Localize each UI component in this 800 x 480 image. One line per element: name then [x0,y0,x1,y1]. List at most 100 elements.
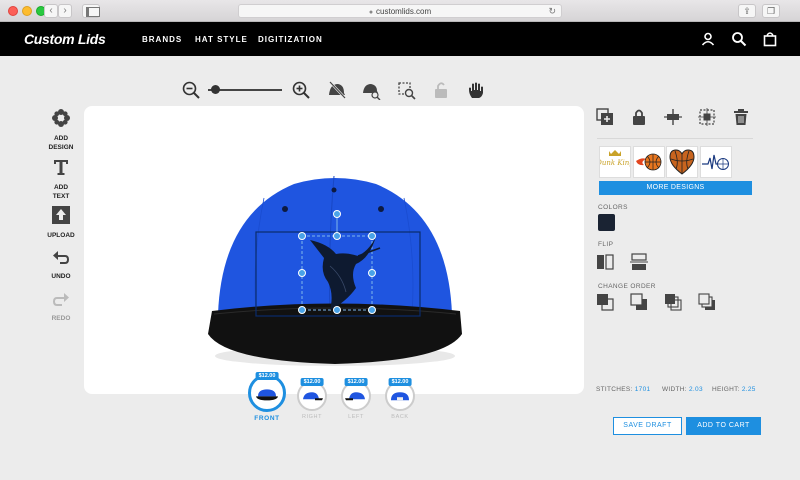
design-thumb-heart-ball[interactable] [666,146,698,178]
lock-icon: ● [368,9,374,16]
stitches-value: 1701 [634,386,651,393]
sidebar-toggle-button[interactable] [82,4,100,18]
browser-forward-button[interactable]: › [58,4,72,18]
cap-zoom-icon[interactable] [361,80,381,100]
upload-button[interactable]: UPLOAD [40,205,82,239]
redo-button[interactable]: REDO [40,290,82,322]
minimize-window-button[interactable] [22,6,32,16]
add-text-button[interactable]: ADD TEXT [40,157,82,200]
heart-basketball-icon [669,149,695,175]
cap-preview [208,175,462,366]
stitches-label: STITCHES: [596,386,633,393]
view-back[interactable]: $12.00 BACK [383,378,417,420]
address-bar[interactable]: ● customlids.com ↻ [238,4,562,18]
view-front[interactable]: $12.00 FRONT [246,372,288,422]
add-to-cart-button[interactable]: ADD TO CART [686,417,761,435]
browser-back-button[interactable]: ‹ [44,4,58,18]
design-thumb-flaming-ball[interactable] [633,146,665,178]
view-label: FRONT [254,415,280,422]
width-value: 2.03 [689,386,703,393]
chevron-left-icon: ‹ [49,5,53,16]
undo-label: UNDO [51,273,71,280]
view-label: RIGHT [301,414,323,420]
view-right[interactable]: $12.00 RIGHT [295,378,329,420]
price-badge: $12.00 [300,378,324,386]
close-window-button[interactable] [8,6,18,16]
nav-brands[interactable]: BRANDS [142,35,182,44]
add-design-label-2: DESIGN [48,144,74,151]
cart-icon[interactable] [762,31,778,47]
view-left[interactable]: $12.00 LEFT [339,378,373,420]
height-stat: HEIGHT: 2.25 [712,386,756,393]
undo-icon [53,251,69,264]
design-canvas[interactable] [84,106,584,394]
tabs-icon: ❐ [766,6,776,16]
flip-label: FLIP [598,241,614,248]
price-badge: $12.00 [344,378,368,386]
design-thumb-heartbeat[interactable] [700,146,732,178]
cap-back-thumb [391,392,409,401]
share-button[interactable]: ⇪ [738,4,756,18]
zoom-out-icon[interactable] [181,80,201,100]
flip-vertical-icon[interactable] [630,253,648,271]
stitches-stat: STITCHES: 1701 [596,386,650,393]
text-icon [54,160,68,175]
nav-digitization[interactable]: DIGITIZATION [258,35,323,44]
crown-icon: Dunk King [595,150,634,167]
height-value: 2.25 [741,386,756,393]
hide-cap-icon[interactable] [327,80,347,100]
panel-divider [597,138,753,139]
price-badge: $12.00 [255,372,279,380]
send-to-back-icon[interactable] [630,293,648,311]
change-order-label: CHANGE ORDER [598,283,656,290]
user-icon[interactable] [700,31,716,47]
add-design-label-1: ADD [53,135,69,142]
send-backward-icon[interactable] [698,293,716,311]
undo-button[interactable]: UNDO [40,248,82,280]
bring-forward-icon[interactable] [664,293,682,311]
tabs-overview-button[interactable]: ❐ [762,4,780,18]
flower-icon [52,109,70,127]
width-stat: WIDTH: 2.03 [662,386,703,393]
dunk-king-text: Dunk King [600,159,630,167]
site-header: Custom Lids BRANDS HAT STYLE DIGITIZATIO… [0,22,800,56]
chevron-right-icon: › [63,5,67,16]
pan-hand-icon[interactable] [466,80,486,100]
nav-hat-style[interactable]: HAT STYLE [195,35,248,44]
fit-to-area-icon[interactable] [396,80,416,100]
price-badge: $12.00 [388,378,412,386]
cap-left-thumb [345,392,365,401]
browser-toolbar: ‹ › ● customlids.com ↻ ⇪ ❐ [0,0,800,22]
search-icon[interactable] [731,31,747,47]
trash-icon[interactable] [732,108,750,126]
view-label: LEFT [348,414,364,420]
add-design-button[interactable]: ADD DESIGN [40,108,82,151]
add-text-label-2: TEXT [52,193,70,200]
color-swatch[interactable] [598,214,615,231]
basketball-fire-icon [636,153,662,171]
center-all-icon[interactable] [698,108,716,126]
width-label: WIDTH: [662,386,687,393]
cap-right-thumb [303,392,323,401]
redo-label: REDO [51,315,71,322]
cap-front-thumb [256,389,278,401]
reload-icon[interactable]: ↻ [548,5,556,18]
design-thumb-dunk-king[interactable]: Dunk King [595,146,634,178]
upload-icon [52,206,70,224]
lock-icon[interactable] [630,108,648,126]
bring-to-front-icon[interactable] [596,293,614,311]
share-icon: ⇪ [743,6,751,16]
duplicate-icon[interactable] [596,108,614,126]
zoom-in-icon[interactable] [291,80,311,100]
redo-icon [53,293,69,306]
upload-label: UPLOAD [47,232,75,239]
site-logo[interactable]: Custom Lids [24,31,106,47]
center-horizontal-icon[interactable] [664,108,682,126]
flip-horizontal-icon[interactable] [596,253,614,271]
height-label: HEIGHT: [712,386,740,393]
url-text: customlids.com [376,7,432,16]
zoom-slider-handle[interactable] [211,85,220,94]
more-designs-button[interactable]: MORE DESIGNS [599,181,752,195]
unlock-icon[interactable] [431,80,451,100]
save-draft-button[interactable]: SAVE DRAFT [613,417,682,435]
